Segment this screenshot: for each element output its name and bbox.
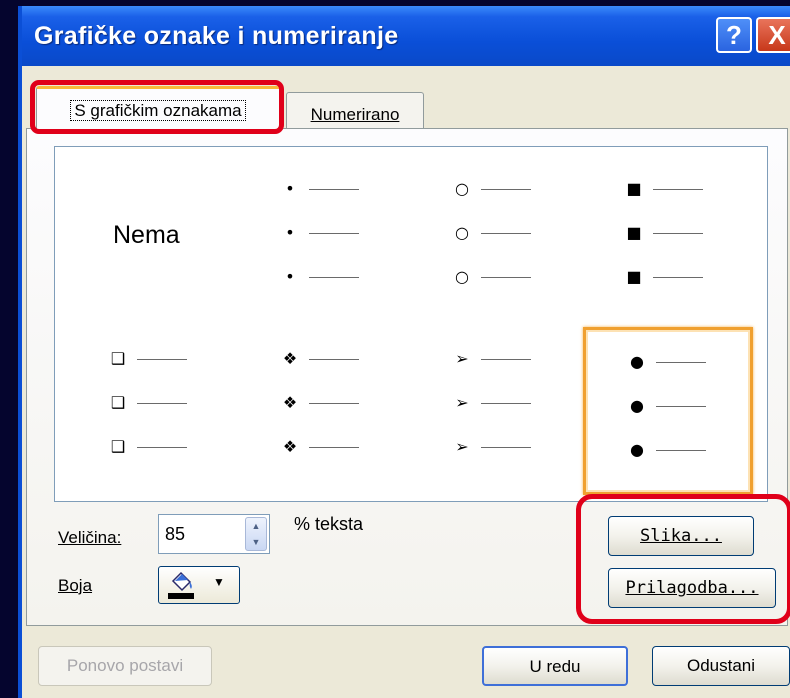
large-filled-dot-icon: ● [630, 352, 644, 371]
four-diamond-icon: ❖ [282, 393, 298, 412]
preview-line [481, 403, 531, 404]
bullet-preview-row: • [279, 179, 399, 199]
preview-line [656, 406, 706, 407]
bullet-preview-row: ❑ [107, 437, 227, 457]
small-filled-dot-icon: • [285, 223, 295, 242]
hollow-circle-icon: ○ [455, 223, 469, 242]
preview-line [481, 447, 531, 448]
bullet-style-none[interactable]: Nema [67, 157, 237, 325]
bullet-preview-row: ■ [623, 223, 743, 243]
preview-line [481, 233, 531, 234]
preview-line [137, 359, 187, 360]
color-label: Boja [58, 576, 93, 595]
bullet-style-four-diamond[interactable]: ❖ ❖ ❖ [239, 327, 409, 495]
paint-bucket-icon [168, 571, 194, 599]
bullet-preview-row: ➢ [451, 349, 571, 369]
preview-line [137, 447, 187, 448]
preview-line [656, 362, 706, 363]
bullet-preview-row: ➢ [451, 437, 571, 457]
bullet-preview-row: ❖ [279, 393, 399, 413]
bullet-preview-row: ○ [451, 223, 571, 243]
preview-line [137, 403, 187, 404]
preview-line [309, 447, 359, 448]
percent-of-text-label: % teksta [294, 514, 364, 534]
help-button[interactable]: ? [716, 17, 752, 53]
bullet-preview-row: ❑ [107, 349, 227, 369]
preview-line [309, 233, 359, 234]
preview-line [653, 277, 703, 278]
arrowhead-icon: ➢ [455, 393, 469, 412]
bullet-preview-row: ■ [623, 179, 743, 199]
bullets-numbering-dialog: Grafičke oznake i numeriranje ? X S graf… [18, 6, 790, 698]
small-filled-dot-icon: • [285, 267, 295, 286]
preview-line [309, 403, 359, 404]
help-icon: ? [726, 20, 742, 50]
tab-numbered[interactable]: Numerirano [286, 92, 424, 132]
title-bar[interactable]: Grafičke oznake i numeriranje ? X [22, 6, 790, 66]
bullet-preview-row: ➢ [451, 393, 571, 413]
spin-down-icon[interactable]: ▼ [246, 534, 266, 550]
large-filled-dot-icon: ● [630, 440, 644, 459]
preview-line [309, 189, 359, 190]
bullet-style-hollow-square[interactable]: ❑ ❑ ❑ [67, 327, 237, 495]
preview-line [653, 233, 703, 234]
four-diamond-icon: ❖ [282, 437, 298, 456]
size-input[interactable]: 85 ▲ ▼ [158, 514, 270, 554]
preview-line [481, 277, 531, 278]
bullet-style-gallery: Nema • • • ○ ○ ○ ■ ■ ■ ❑ ❑ ❑ ❖ ❖ ❖ ➢ ➢ ➢ ● ● ● [54, 146, 768, 502]
bullet-preview-row: ● [626, 352, 740, 372]
preview-line [481, 189, 531, 190]
bullet-preview-row: ❖ [279, 349, 399, 369]
size-spinner[interactable]: ▲ ▼ [245, 517, 267, 551]
bullet-style-arrowhead[interactable]: ➢ ➢ ➢ [411, 327, 581, 495]
hollow-square-icon: ❑ [110, 349, 126, 368]
preview-line [481, 359, 531, 360]
chevron-down-icon: ▼ [213, 575, 225, 589]
bullet-preview-row: ● [626, 396, 740, 416]
buttons-highlight-annotation [576, 494, 790, 624]
tab-highlight-annotation [30, 80, 284, 134]
preview-line [653, 189, 703, 190]
bullet-preview-row: ● [626, 440, 740, 460]
bullet-style-small-dot[interactable]: • • • [239, 157, 409, 325]
bullet-preview-row: ■ [623, 267, 743, 287]
bullet-preview-row: • [279, 223, 399, 243]
bullet-style-hollow-circle[interactable]: ○ ○ ○ [411, 157, 581, 325]
tab-numbered-label: Numerirano [310, 105, 400, 124]
bullet-style-filled-square[interactable]: ■ ■ ■ [583, 157, 753, 325]
bullet-style-large-dot[interactable]: ● ● ● [583, 327, 753, 495]
hollow-square-icon: ❑ [110, 393, 126, 412]
hollow-circle-icon: ○ [455, 179, 469, 198]
filled-square-icon: ■ [626, 179, 642, 198]
ok-button[interactable]: U redu [482, 646, 628, 686]
cancel-button[interactable]: Odustani [652, 646, 790, 686]
arrowhead-icon: ➢ [455, 437, 469, 456]
close-button[interactable]: X [756, 17, 790, 53]
color-picker-button[interactable]: ▼ [158, 566, 240, 604]
reset-button[interactable]: Ponovo postavi [38, 646, 212, 686]
four-diamond-icon: ❖ [282, 349, 298, 368]
filled-square-icon: ■ [626, 223, 642, 242]
bullet-preview-row: ❑ [107, 393, 227, 413]
preview-line [309, 359, 359, 360]
size-label: Veličina: [58, 528, 122, 547]
preview-line [656, 450, 706, 451]
bullet-preview-row: ○ [451, 179, 571, 199]
spin-up-icon[interactable]: ▲ [246, 518, 266, 534]
none-label: Nema [113, 221, 180, 249]
hollow-circle-icon: ○ [455, 267, 469, 286]
bullet-preview-row: • [279, 267, 399, 287]
filled-square-icon: ■ [626, 267, 642, 286]
dialog-title: Grafičke oznake i numeriranje [34, 22, 399, 50]
large-filled-dot-icon: ● [630, 396, 644, 415]
bullet-preview-row: ❖ [279, 437, 399, 457]
small-filled-dot-icon: • [285, 179, 295, 198]
hollow-square-icon: ❑ [110, 437, 126, 456]
size-value: 85 [165, 524, 186, 544]
preview-line [309, 277, 359, 278]
arrowhead-icon: ➢ [455, 349, 469, 368]
close-icon: X [768, 20, 786, 50]
bullet-preview-row: ○ [451, 267, 571, 287]
